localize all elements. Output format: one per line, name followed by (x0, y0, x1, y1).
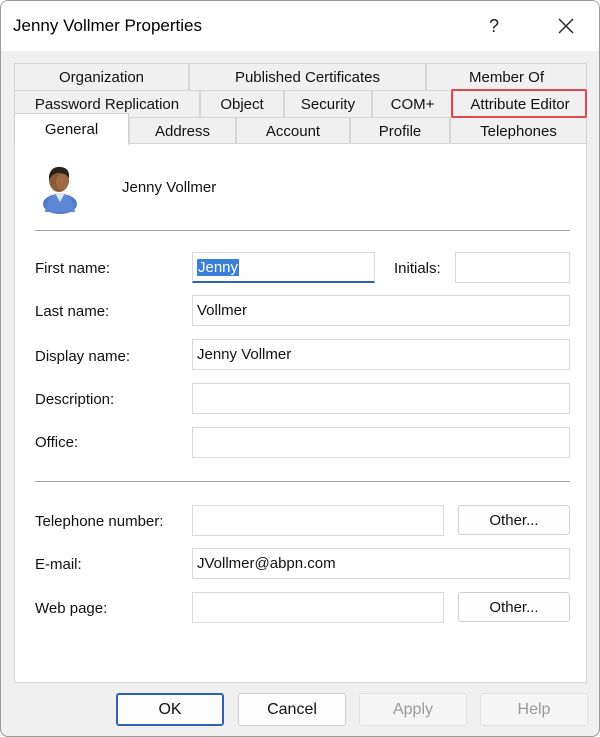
initials-field[interactable] (455, 252, 570, 283)
initials-label: Initials: (394, 260, 441, 277)
description-field[interactable] (192, 383, 570, 414)
display-name-field[interactable]: Jenny Vollmer (192, 339, 570, 370)
ok-button[interactable]: OK (116, 693, 224, 726)
last-name-label: Last name: (35, 303, 110, 320)
office-label: Office: (35, 434, 79, 451)
tab-object[interactable]: Object (200, 90, 284, 117)
webpage-other-button[interactable]: Other... (458, 592, 570, 622)
tab-member-of[interactable]: Member Of (426, 63, 587, 90)
user-display-name: Jenny Vollmer (122, 179, 217, 196)
tab-published-certificates[interactable]: Published Certificates (189, 63, 426, 90)
cancel-button[interactable]: Cancel (238, 693, 346, 726)
close-icon (558, 18, 574, 34)
telephone-field[interactable] (192, 505, 444, 536)
webpage-label: Web page: (35, 600, 108, 617)
separator-top (35, 230, 570, 231)
tab-profile[interactable]: Profile (350, 117, 450, 144)
apply-button[interactable]: Apply (359, 693, 467, 726)
attribute-editor-highlight (451, 89, 587, 118)
webpage-field[interactable] (192, 592, 444, 623)
office-field[interactable] (192, 427, 570, 458)
first-name-value: Jenny (197, 259, 240, 276)
telephone-other-button[interactable]: Other... (458, 505, 570, 535)
help-button[interactable]: ? (471, 1, 517, 51)
help-footer-button[interactable]: Help (480, 693, 588, 726)
user-icon (43, 166, 77, 214)
tab-organization[interactable]: Organization (14, 63, 189, 90)
separator-middle (35, 481, 570, 482)
tab-address[interactable]: Address (129, 117, 236, 144)
description-label: Description: (35, 391, 115, 408)
tab-account[interactable]: Account (236, 117, 350, 144)
close-button[interactable] (543, 1, 589, 51)
display-name-label: Display name: (35, 348, 131, 365)
email-field[interactable]: JVollmer@abpn.com (192, 548, 570, 579)
window-title: Jenny Vollmer Properties (13, 16, 202, 35)
title-bar: Jenny Vollmer Properties ? (1, 1, 599, 51)
properties-dialog: Jenny Vollmer Properties ? Organization … (0, 0, 600, 737)
tab-telephones[interactable]: Telephones (450, 117, 587, 144)
first-name-label: First name: (35, 260, 111, 277)
first-name-field[interactable]: Jenny (192, 252, 375, 283)
general-tab-panel: Jenny Vollmer First name: Jenny Initials… (14, 143, 587, 683)
tab-com-plus[interactable]: COM+ (372, 90, 453, 117)
last-name-field[interactable]: Vollmer (192, 295, 570, 326)
tab-security[interactable]: Security (284, 90, 372, 117)
tab-general[interactable]: General (14, 113, 129, 145)
email-label: E-mail: (35, 556, 82, 573)
telephone-label: Telephone number: (35, 513, 164, 530)
